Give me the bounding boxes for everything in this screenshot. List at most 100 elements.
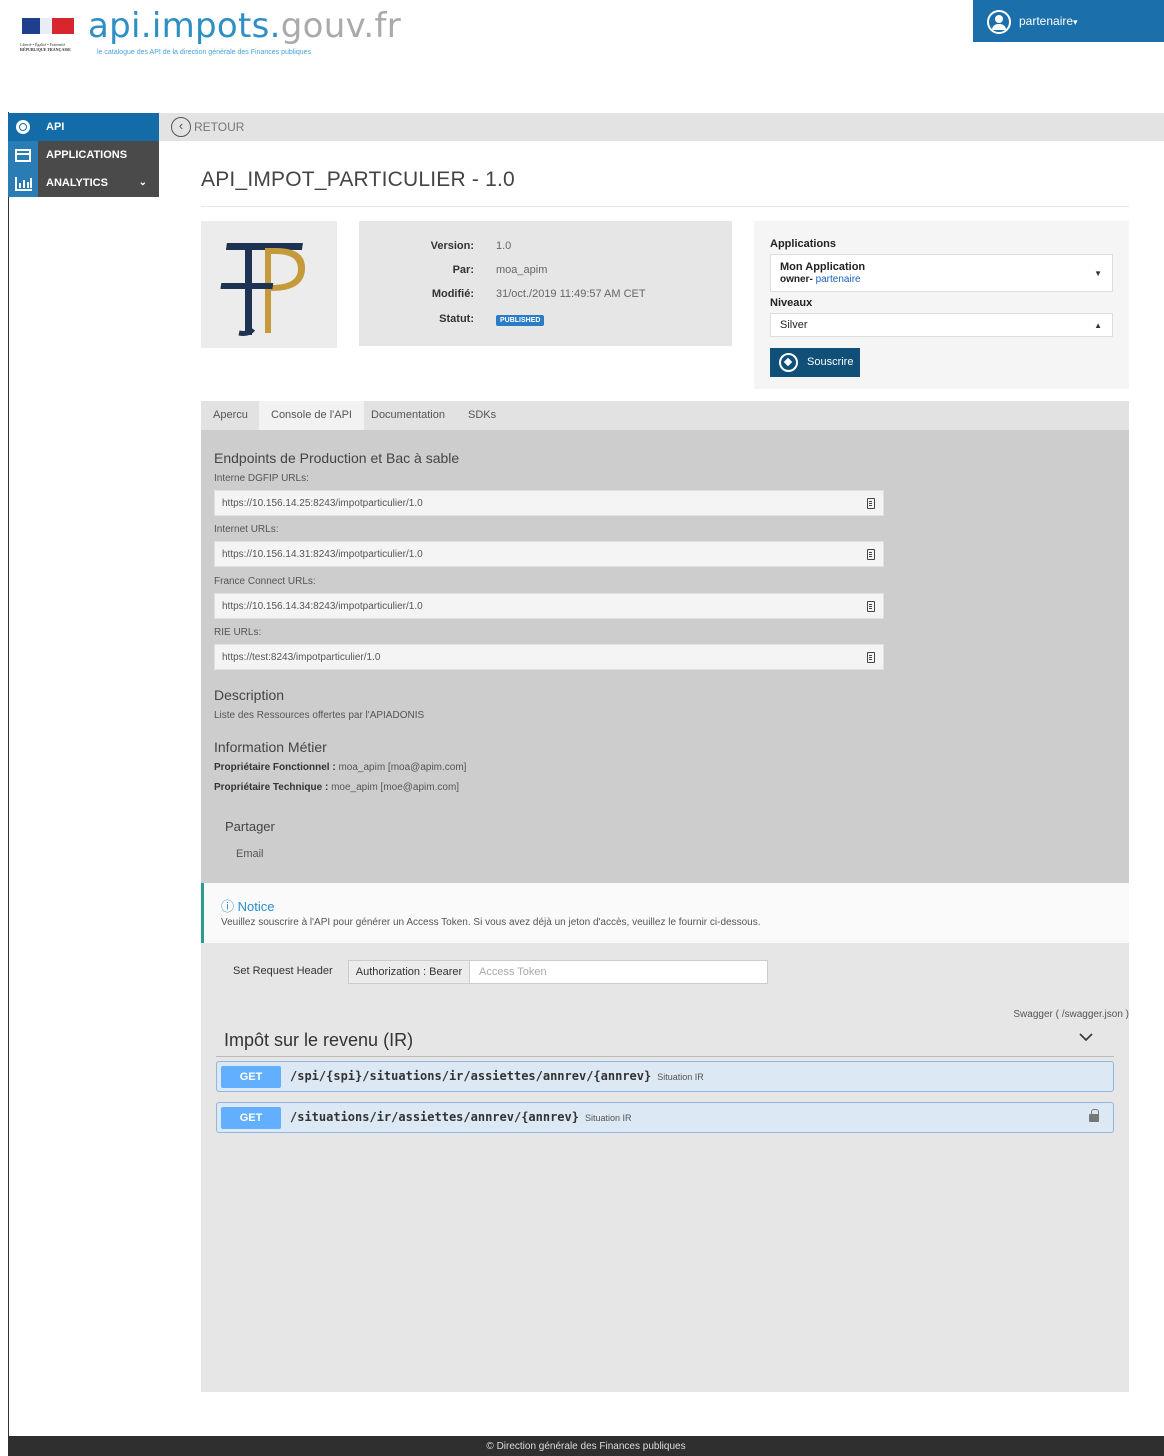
site-tagline: le catalogue des API de la direction gén…	[97, 49, 312, 56]
lock-icon[interactable]	[1089, 1109, 1099, 1122]
sidebar-item-label: APPLICATIONS	[46, 149, 128, 161]
api-logo	[201, 221, 337, 348]
endpoint-url-field[interactable]: https://test:8243/impotparticulier/1.0	[214, 644, 884, 670]
bar-chart-icon	[15, 177, 32, 191]
proprio-tech-value: moe_apim [moe@apim.com]	[331, 782, 460, 793]
back-bar: ‹ RETOUR	[159, 113, 1164, 141]
notice-title: Notice	[237, 899, 275, 914]
caret-down-icon: ▾	[1073, 17, 1078, 27]
endpoint-label: Internet URLs:	[214, 524, 279, 535]
tag-icon	[779, 353, 798, 372]
http-method-badge: GET	[221, 1107, 281, 1129]
niveau-value: Silver	[780, 319, 808, 331]
info-metier-title: Information Métier	[214, 739, 327, 755]
tab-console[interactable]: Console de l'API	[259, 401, 364, 430]
sidebar-item-analytics[interactable]: ANALYTICS ⌄	[8, 169, 159, 197]
endpoint-label: RIE URLs:	[214, 627, 262, 638]
sidebar-item-applications[interactable]: APPLICATIONS	[8, 141, 159, 169]
back-link[interactable]: RETOUR	[194, 120, 244, 134]
endpoint-url: https://test:8243/impotparticulier/1.0	[222, 652, 381, 663]
endpoint-url: https://10.156.14.34:8243/impotparticuli…	[222, 601, 423, 612]
api-meta-card: Version: 1.0 Par: moa_apim Modifié: 31/oct.…	[359, 221, 732, 346]
operation-path: /situations/ir/assiettes/annrev/{annrev}	[290, 1110, 579, 1124]
sidebar-item-api[interactable]: API	[8, 113, 159, 141]
http-method-badge: GET	[221, 1066, 281, 1088]
republique-logo: Liberté • Égalité • Fraternité RÉPUBLIQU…	[20, 14, 84, 60]
console-panel: Endpoints de Production et Bac à sable I…	[201, 430, 1129, 883]
user-avatar-icon	[987, 10, 1011, 34]
sidebar-item-label: ANALYTICS	[46, 177, 108, 189]
republique-name: RÉPUBLIQUE FRANÇAISE	[20, 47, 71, 52]
clipboard-icon[interactable]	[867, 498, 875, 509]
tab-apercu[interactable]: Apercu	[213, 401, 248, 430]
operation-row[interactable]: GET /spi/{spi}/situations/ir/assiettes/a…	[216, 1061, 1114, 1092]
notice-box: ⓘ Notice Veuillez souscrire à l'API pour…	[201, 883, 1129, 943]
application-name: Mon Application	[780, 261, 866, 273]
section-divider	[216, 1056, 1114, 1057]
endpoints-title: Endpoints de Production et Bac à sable	[214, 450, 460, 466]
window-icon	[15, 149, 31, 162]
application-select[interactable]: Mon Application owner- partenaire ▼	[770, 254, 1113, 292]
api-tabs: Apercu Console de l'API Documentation SD…	[201, 401, 1129, 430]
modifie-value: 31/oct./2019 11:49:57 AM CET	[496, 288, 646, 300]
section-title[interactable]: Impôt sur le revenu (IR)	[224, 1030, 413, 1051]
status-badge: PUBLISHED	[496, 315, 545, 326]
endpoint-url-field[interactable]: https://10.156.14.34:8243/impotparticuli…	[214, 593, 884, 619]
tab-documentation[interactable]: Documentation	[371, 401, 445, 430]
operation-row[interactable]: GET /situations/ir/assiettes/annrev/{ann…	[216, 1102, 1114, 1133]
notice-body: Veuillez souscrire à l'API pour générer …	[221, 917, 761, 928]
swagger-json-link[interactable]: Swagger ( /swagger.json )	[1013, 1009, 1129, 1020]
niveaux-label: Niveaux	[770, 297, 813, 309]
authorization-bearer-label: Authorization : Bearer	[348, 960, 470, 984]
back-arrow-icon[interactable]: ‹	[171, 117, 191, 137]
operation-summary: Situation IR	[657, 1072, 704, 1082]
endpoint-url-field[interactable]: https://10.156.14.25:8243/impotparticuli…	[214, 490, 884, 516]
page-title: API_IMPOT_PARTICULIER - 1.0	[201, 168, 515, 191]
version-value: 1.0	[496, 240, 512, 252]
caret-up-icon: ▲	[1094, 321, 1102, 330]
site-footer: © Direction générale des Finances publiq…	[8, 1436, 1164, 1456]
owner-name: partenaire	[815, 274, 861, 285]
endpoint-url-field[interactable]: https://10.156.14.31:8243/impotparticuli…	[214, 541, 884, 567]
gear-icon	[16, 120, 30, 134]
proprio-fonc-label: Propriétaire Fonctionnel :	[214, 762, 336, 773]
statut-label: Statut:	[439, 313, 474, 325]
brand-tld: gouv.fr	[280, 6, 402, 46]
share-email-link[interactable]: Email	[236, 848, 264, 860]
tab-sdks[interactable]: SDKs	[468, 401, 496, 430]
proprio-fonc-value: moa_apim [moa@apim.com]	[338, 762, 467, 773]
clipboard-icon[interactable]	[867, 601, 875, 612]
sidebar-item-label: API	[46, 121, 65, 133]
operation-path: /spi/{spi}/situations/ir/assiettes/annre…	[290, 1069, 652, 1083]
user-name: partenaire	[1019, 14, 1074, 28]
chevron-down-icon: ⌄	[138, 177, 147, 188]
user-menu[interactable]: partenaire▾	[973, 0, 1164, 42]
set-request-header-label: Set Request Header	[233, 965, 333, 977]
endpoint-label: Interne DGFIP URLs:	[214, 473, 309, 484]
site-header: Liberté • Égalité • Fraternité RÉPUBLIQU…	[8, 0, 1164, 112]
owner-prefix: owner-	[780, 274, 813, 285]
sidebar: API APPLICATIONS ANALYTICS ⌄	[8, 113, 159, 197]
modifie-label: Modifié:	[431, 288, 474, 300]
site-brand[interactable]: api.impots.gouv.fr	[88, 6, 401, 46]
applications-label: Applications	[770, 238, 837, 250]
endpoint-url: https://10.156.14.25:8243/impotparticuli…	[222, 498, 423, 509]
clipboard-icon[interactable]	[867, 652, 875, 663]
dgfip-fp-logo-icon	[220, 243, 305, 336]
operation-summary: Situation IR	[584, 1113, 632, 1123]
brand-main: api.impots.	[88, 6, 281, 46]
title-divider	[201, 206, 1129, 207]
proprio-tech-label: Propriétaire Technique :	[214, 782, 329, 793]
subscribe-button-label: Souscrire	[807, 356, 854, 368]
access-token-input[interactable]: Access Token	[470, 960, 768, 984]
caret-down-icon: ▼	[1094, 269, 1102, 278]
partager-title: Partager	[225, 819, 275, 834]
endpoint-url: https://10.156.14.31:8243/impotparticuli…	[222, 549, 423, 560]
par-value: moa_apim	[496, 264, 548, 276]
description-title: Description	[214, 687, 285, 703]
chevron-down-icon[interactable]	[1078, 1031, 1094, 1043]
subscribe-button[interactable]: Souscrire	[770, 348, 860, 377]
endpoint-label: France Connect URLs:	[214, 576, 316, 587]
niveau-select[interactable]: Silver ▲	[770, 313, 1113, 337]
clipboard-icon[interactable]	[867, 549, 875, 560]
